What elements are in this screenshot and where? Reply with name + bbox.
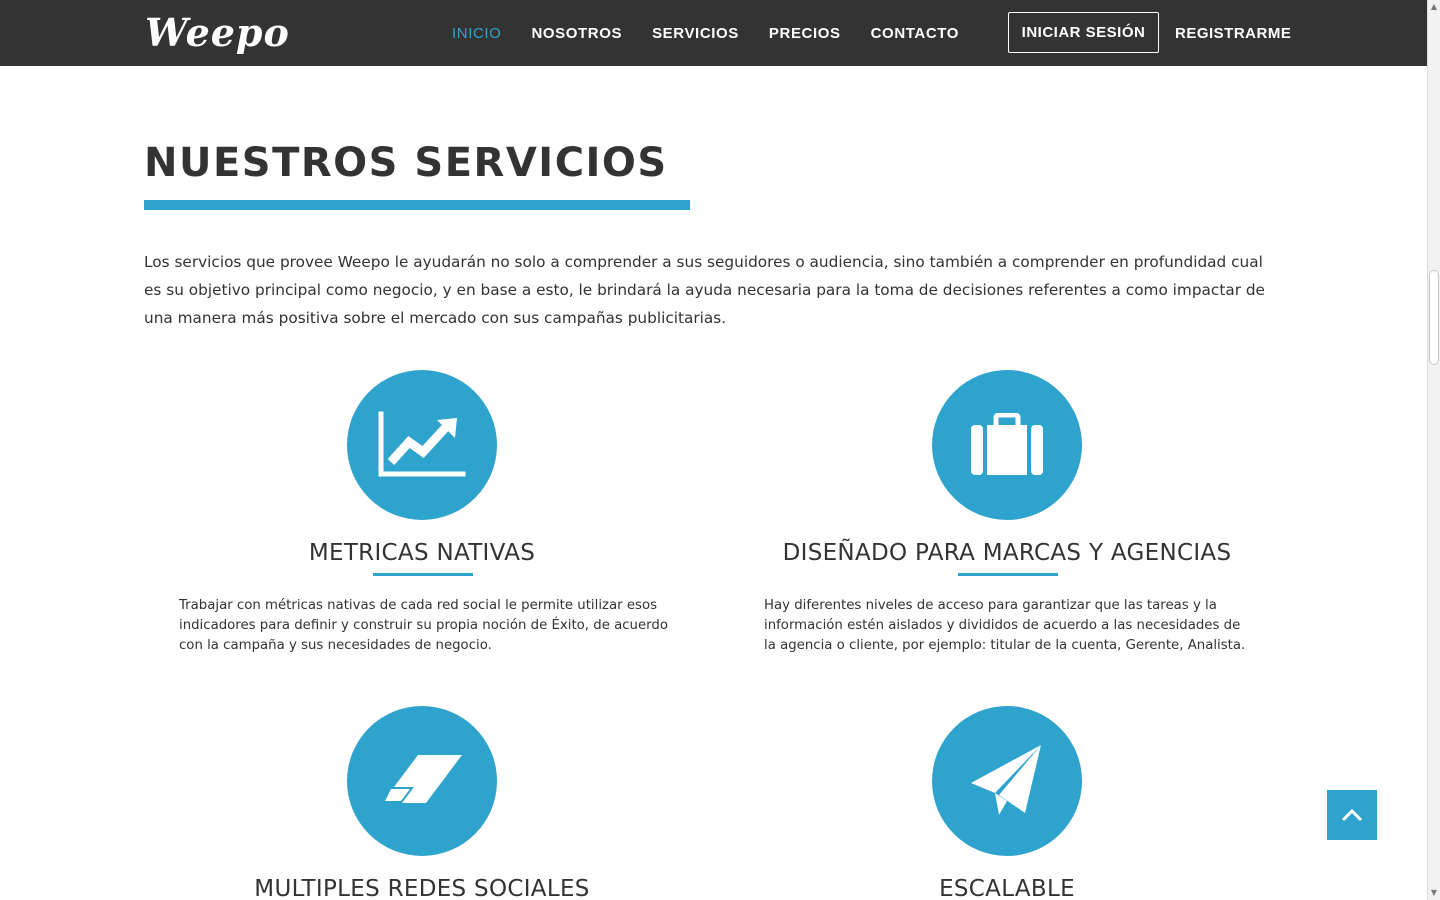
service-title: MULTIPLES REDES SOCIALES [254, 876, 590, 900]
service-title: ESCALABLE [939, 876, 1075, 900]
service-description: Hay diferentes niveles de acceso para ga… [764, 598, 1246, 653]
scroll-up-arrow-icon[interactable]: ▲ [1428, 0, 1440, 14]
service-title: METRICAS NATIVAS [308, 540, 536, 566]
nav-link-precios[interactable]: PRECIOS [769, 25, 841, 42]
top-navbar: Weepo INICIO NOSOTROS SERVICIOS PRECIOS … [0, 0, 1427, 66]
page-scrollbar[interactable]: ▲ ▼ [1427, 0, 1440, 900]
register-link[interactable]: REGISTRARME [1175, 0, 1291, 66]
scroll-thumb[interactable] [1429, 270, 1439, 365]
service-title-underline [373, 573, 473, 576]
chart-line-icon [347, 370, 497, 520]
section-intro: Los servicios que provee Weepo le ayudar… [144, 253, 1265, 327]
nav-link-nosotros[interactable]: NOSOTROS [531, 25, 622, 42]
service-description: Trabajar con métricas nativas de cada re… [179, 598, 668, 653]
login-button[interactable]: INICIAR SESIÓN [1008, 12, 1159, 53]
service-title: DISEÑADO PARA MARCAS Y AGENCIAS [782, 540, 1232, 566]
nav-link-contacto[interactable]: CONTACTO [871, 25, 959, 42]
paper-plane-icon [932, 706, 1082, 856]
service-title-underline [958, 573, 1058, 576]
weepo-logo[interactable]: Weepo [145, 10, 290, 55]
scroll-down-arrow-icon[interactable]: ▼ [1428, 886, 1440, 900]
section-title: NUESTROS SERVICIOS [144, 140, 668, 186]
nav-link-servicios[interactable]: SERVICIOS [652, 25, 739, 42]
briefcase-icon [932, 370, 1082, 520]
nav-link-inicio[interactable]: INICIO [452, 25, 501, 42]
back-to-top-button[interactable] [1327, 790, 1377, 840]
chevron-up-icon [1341, 808, 1363, 822]
eraser-icon [347, 706, 497, 856]
main-nav: INICIO NOSOTROS SERVICIOS PRECIOS CONTAC… [452, 0, 989, 66]
title-underline [144, 200, 690, 210]
